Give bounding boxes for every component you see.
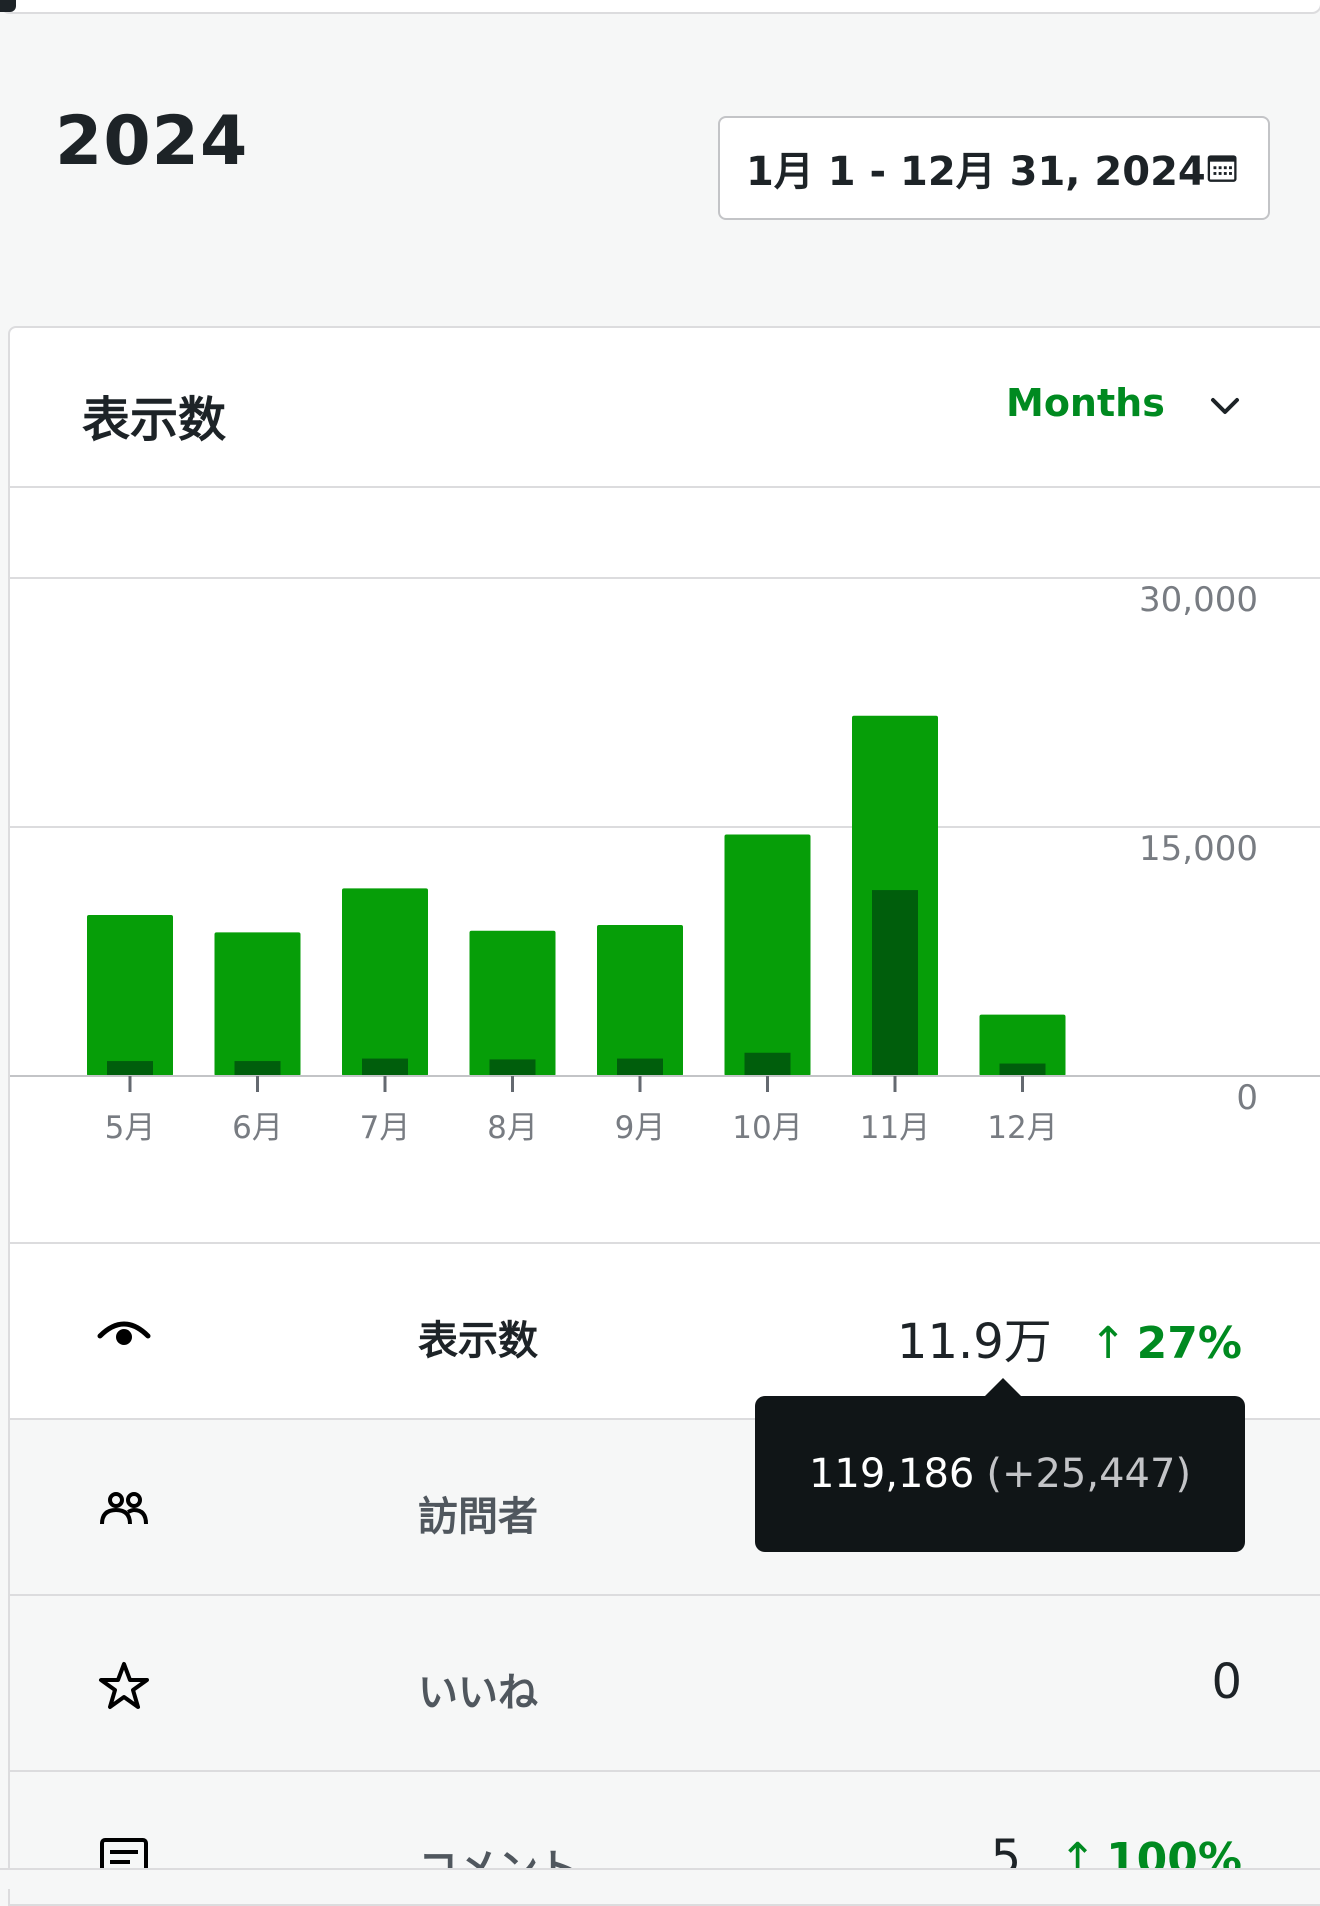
bar (469, 930, 556, 1076)
chevron-down-icon (1210, 398, 1239, 414)
bar (597, 924, 683, 1076)
date-range-label: 1月 1 - 12月 31, 2024 (746, 149, 1206, 195)
stat-change: ↑ 27% (1090, 1318, 1242, 1369)
x-tick-label: 9月 (615, 1110, 666, 1146)
bar-secondary (107, 1061, 153, 1076)
stat-row-views[interactable]: 表示数 11.9万 ↑ 27% (10, 1242, 1320, 1418)
y-tick-label: 30,000 (1139, 580, 1258, 620)
x-tick-label: 7月 (360, 1110, 411, 1146)
stat-row-likes[interactable]: いいね 0 (10, 1594, 1320, 1770)
x-tick-label: 5月 (105, 1110, 156, 1146)
x-tick-label: 11月 (860, 1110, 930, 1146)
calendar-icon (1207, 155, 1237, 182)
period-selector[interactable]: Months (1006, 380, 1245, 426)
panel-title: 表示数 (82, 392, 227, 448)
arrow-up-icon: ↑ (1089, 1318, 1127, 1369)
bar (342, 888, 428, 1076)
stat-change-percent: 27% (1136, 1318, 1242, 1369)
bar-secondary (362, 1058, 408, 1076)
bar (214, 932, 301, 1076)
bar-secondary (999, 1063, 1046, 1076)
bar-secondary (234, 1061, 281, 1076)
stat-number: 11.9万 (896, 1314, 1052, 1370)
y-tick-label: 0 (1236, 1078, 1258, 1118)
x-tick-label: 6月 (232, 1110, 283, 1146)
star-icon (99, 1662, 149, 1709)
panel-header: 表示数 Months (10, 328, 1320, 488)
bar-secondary (489, 1059, 536, 1076)
people-icon (100, 1492, 148, 1525)
bar (724, 834, 811, 1076)
eye-icon (97, 1321, 151, 1345)
bar-secondary (617, 1058, 663, 1076)
bar (87, 914, 173, 1076)
x-tick-label: 8月 (487, 1110, 538, 1146)
top-card-corner (0, 0, 16, 12)
stat-tooltip: 119,186 (+25,447) (755, 1378, 1245, 1552)
bar-secondary (872, 890, 918, 1076)
tooltip-diff: (+25,447) (986, 1451, 1192, 1497)
tooltip-value: 119,186 (808, 1451, 975, 1497)
views-panel: 表示数 Months 30,000 15,000 0 5月 6月 7月 8月 9月 10月 11月… (8, 326, 1320, 1906)
stat-value: 0 (1211, 1654, 1242, 1710)
period-selector-label: Months (1006, 381, 1165, 425)
stats-list: 表示数 11.9万 ↑ 27% 訪問者 いいね 0 5 ↑ 100% (10, 1242, 1320, 1904)
stat-label: いいね (418, 1670, 538, 1716)
x-tick-label: 12月 (987, 1110, 1057, 1146)
top-card-edge (0, 0, 1320, 14)
x-tick-label: 10月 (732, 1110, 802, 1146)
bottom-edge (0, 1868, 1320, 1889)
views-bar-chart: 30,000 15,000 0 5月 6月 7月 8月 9月 10月 11月 12月 (10, 488, 1320, 1242)
stat-number: 0 (1211, 1654, 1242, 1710)
stat-label: 訪問者 (418, 1494, 538, 1540)
chart-canvas: 30,000 15,000 0 5月 6月 7月 8月 9月 10月 11月 12月 (10, 577, 1320, 1146)
y-tick-label: 15,000 (1139, 829, 1258, 869)
stat-label: 表示数 (418, 1318, 538, 1364)
page-title: 2024 (55, 102, 249, 181)
bar-secondary (744, 1052, 791, 1076)
date-range-picker[interactable]: 1月 1 - 12月 31, 2024 (718, 116, 1270, 220)
stat-value: 11.9万 ↑ 27% (897, 1302, 1242, 1372)
